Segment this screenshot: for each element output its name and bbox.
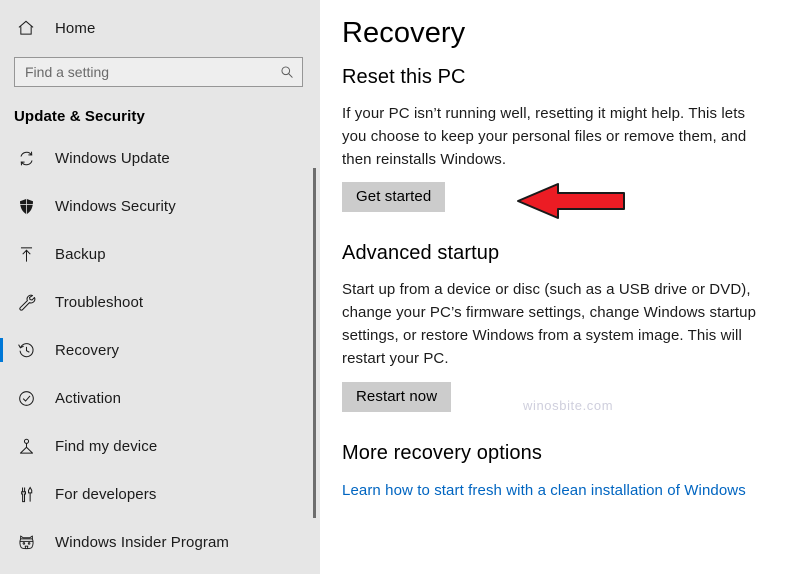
sidebar-item-recovery[interactable]: Recovery (0, 326, 320, 374)
sidebar-item-label: Recovery (55, 341, 120, 359)
section-heading: Advanced startup (342, 242, 500, 265)
settings-sidebar: Home Update & Security (0, 0, 320, 574)
search-box[interactable] (14, 57, 303, 87)
developer-tools-icon (14, 482, 38, 506)
sidebar-item-label: Activation (55, 389, 122, 407)
sidebar-item-label: Windows Insider Program (55, 533, 230, 551)
sidebar-item-label: Windows Update (55, 149, 170, 167)
sidebar-home-label: Home (55, 19, 96, 37)
section-advanced-startup: Advanced startup Start up from a device … (342, 242, 786, 412)
section-description: If your PC isn’t running well, resetting… (342, 105, 747, 168)
sidebar-item-backup[interactable]: Backup (0, 230, 320, 278)
history-clock-icon (14, 338, 38, 362)
sidebar-item-home[interactable]: Home (0, 10, 320, 46)
page-title: Recovery (342, 17, 466, 49)
sidebar-item-activation[interactable]: Activation (0, 374, 320, 422)
main-content: Recovery Reset this PC If your PC isn’t … (320, 0, 786, 574)
restart-now-button[interactable]: Restart now (342, 381, 452, 412)
section-more-recovery-options: More recovery options Learn how to start… (342, 442, 786, 500)
sidebar-item-label: Windows Security (55, 197, 176, 215)
sidebar-item-find-my-device[interactable]: Find my device (0, 422, 320, 470)
sidebar-item-for-developers[interactable]: For developers (0, 470, 320, 518)
sidebar-item-troubleshoot[interactable]: Troubleshoot (0, 278, 320, 326)
section-description: Start up from a device or disc (such as … (342, 281, 757, 367)
sidebar-item-label: Troubleshoot (55, 293, 144, 311)
section-reset-this-pc: Reset this PC If your PC isn’t running w… (342, 66, 786, 213)
check-circle-icon (14, 386, 38, 410)
sidebar-item-label: For developers (55, 485, 157, 503)
ninjacat-icon (14, 530, 38, 554)
shield-icon (14, 194, 38, 218)
wrench-icon (14, 290, 38, 314)
get-started-button[interactable]: Get started (342, 182, 446, 213)
sidebar-item-windows-security[interactable]: Windows Security (0, 182, 320, 230)
home-icon (14, 16, 38, 40)
search-input[interactable] (15, 58, 302, 86)
sidebar-section-title: Update & Security (14, 108, 145, 125)
location-pin-icon (14, 434, 38, 458)
sidebar-item-windows-insider-program[interactable]: Windows Insider Program (0, 518, 320, 566)
settings-window: Home Update & Security (0, 0, 786, 574)
clean-installation-link[interactable]: Learn how to start fresh with a clean in… (342, 482, 746, 499)
sidebar-nav-list: Windows Update Windows Security Backup T… (0, 134, 320, 566)
site-watermark: winosbite.com (523, 398, 614, 413)
upload-arrow-icon (14, 242, 38, 266)
sidebar-item-windows-update[interactable]: Windows Update (0, 134, 320, 182)
sidebar-item-label: Backup (55, 245, 106, 263)
section-heading: More recovery options (342, 441, 542, 464)
sync-icon (14, 146, 38, 170)
sidebar-item-label: Find my device (55, 437, 158, 455)
selection-indicator (0, 338, 3, 362)
sidebar-scrollbar-thumb[interactable] (313, 168, 316, 518)
section-heading: Reset this PC (342, 66, 466, 88)
